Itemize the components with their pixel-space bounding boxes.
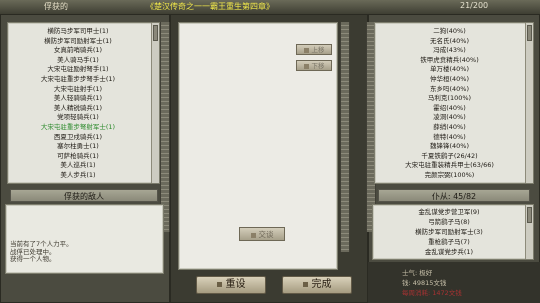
reset-button[interactable]: 重设 [196, 276, 266, 294]
prisoner-list-panel: 横防马步军司甲士(1) 横防步军司励射军士(1) 女真前哨骑兵(1) 美人骑马手(1)… [7, 22, 160, 184]
reset-label: 重设 [225, 279, 246, 290]
done-label: 完成 [311, 279, 332, 290]
middle-pillar [340, 22, 350, 252]
move-down-label: 下移 [311, 62, 325, 70]
unit-count-header: 仆从: 45/82 [378, 189, 530, 202]
captive-enemy-header: 俘获的敌人 [10, 189, 158, 202]
prisoner-counter: 21/200 [460, 1, 489, 10]
window-title: 《楚汉传奇之一一霸王重生第四章》 [146, 2, 274, 11]
list-item[interactable]: 美人步兵(1) [12, 170, 144, 181]
title-bar: 俘获的 《楚汉传奇之一一霸王重生第四章》 21/200 [0, 0, 540, 15]
hero-list-scrollbar[interactable] [525, 23, 533, 183]
list-item[interactable]: 完颜宗弼(100%) [377, 170, 522, 181]
left-title: 俘获的 [44, 2, 68, 11]
hero-list-panel: 二狗(40%) 无名氏(40%) 冯成(43%) 铁甲虎贲精兵(40%) 单万楼(40%… [374, 22, 534, 184]
done-button[interactable]: 完成 [282, 276, 352, 294]
message-log: 当前有了7个人力平。 战俘已处理中。 获得一个人物。 [10, 240, 73, 264]
scroll-thumb[interactable] [527, 25, 532, 41]
move-up-label: 上移 [311, 46, 325, 54]
reset-icon [216, 281, 222, 287]
move-up-button[interactable]: 上移 [296, 44, 332, 55]
talk-button[interactable]: 交谈 [239, 227, 285, 241]
morale-text: 士气: 极好 [402, 269, 433, 277]
talk-icon [250, 232, 256, 238]
hero-list: 二狗(40%) 无名氏(40%) 冯成(43%) 铁甲虎贲精兵(40%) 单万楼(40%… [377, 26, 522, 181]
scroll-thumb[interactable] [153, 25, 158, 41]
prisoner-list: 横防马步军司甲士(1) 横防步军司励射军士(1) 女真前哨骑兵(1) 美人骑马手(1)… [12, 26, 144, 181]
gold-text: 钱: 49815文钱 [402, 279, 447, 287]
left-pillar [160, 22, 170, 232]
unit-list: 金乱谋党步营卫军(9) 弓箭鹞子马(8) 横防步军司励射军士(3) 重枪鹞子马(7) 金… [375, 207, 523, 259]
message-log-panel: 当前有了7个人力平。 战俘已处理中。 获得一个人物。 [5, 204, 164, 274]
log-line: 获得一个人物。 [10, 255, 56, 263]
unit-list-panel: 金乱谋党步营卫军(9) 弓箭鹞子马(8) 横防步军司励射军士(3) 重枪鹞子马(7) 金… [372, 204, 534, 260]
move-down-icon [303, 63, 309, 69]
done-icon [302, 281, 308, 287]
list-item[interactable]: 金乱谋党步兵(1) [375, 247, 523, 258]
move-up-icon [303, 47, 309, 53]
scroll-thumb[interactable] [527, 207, 532, 223]
talk-label: 交谈 [258, 230, 274, 239]
move-down-button[interactable]: 下移 [296, 60, 332, 71]
prisoner-list-scrollbar[interactable] [151, 23, 159, 183]
food-text: 每周消耗: 1472文钱 [402, 289, 462, 297]
unit-list-scrollbar[interactable] [525, 205, 533, 259]
